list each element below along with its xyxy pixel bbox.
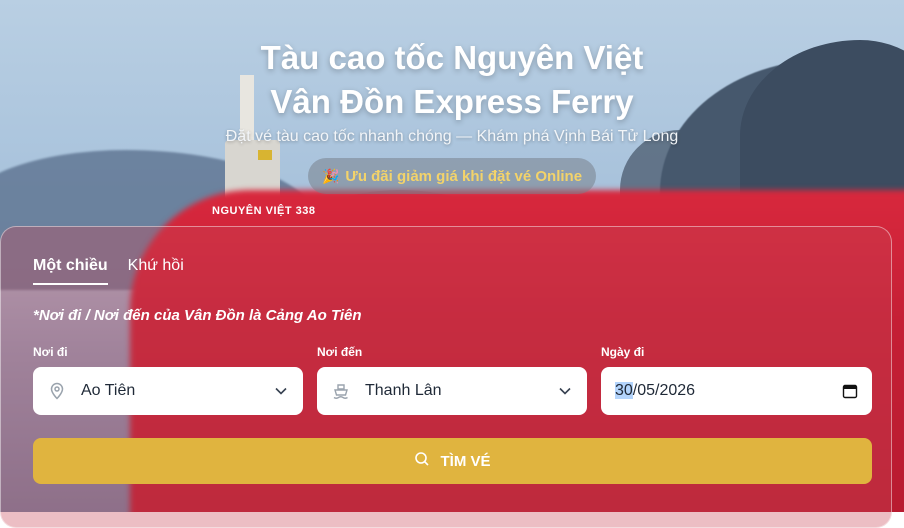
- from-select[interactable]: Ao Tiên: [33, 367, 303, 415]
- promo-text: Ưu đãi giảm giá khi đặt vé Online: [345, 167, 583, 185]
- to-select[interactable]: Thanh Lân: [317, 367, 587, 415]
- port-note: *Nơi đi / Nơi đến của Vân Đồn là Cảng Ao…: [33, 307, 362, 324]
- title-line-2: Vân Đồn Express Ferry: [270, 83, 634, 120]
- calendar-icon[interactable]: [842, 383, 858, 399]
- search-button-label: TÌM VÉ: [440, 452, 491, 470]
- tab-round-trip[interactable]: Khứ hồi: [128, 257, 184, 285]
- hero-subtitle: Đặt vé tàu cao tốc nhanh chóng — Khám ph…: [225, 128, 679, 145]
- date-value: 30/05/2026: [615, 382, 842, 400]
- page-title: Tàu cao tốc Nguyên Việt Vân Đồn Express …: [0, 36, 904, 124]
- ship-name: NGUYÊN VIỆT 338: [212, 205, 316, 217]
- trip-type-tabs: Một chiều Khứ hồi: [33, 257, 184, 285]
- chevron-down-icon: [557, 387, 573, 395]
- search-icon: [414, 451, 430, 471]
- party-popper-icon: 🎉: [321, 167, 340, 184]
- booking-panel: Một chiều Khứ hồi *Nơi đi / Nơi đến của …: [0, 226, 892, 528]
- date-label: Ngày đi: [601, 345, 645, 359]
- from-label: Nơi đi: [33, 345, 68, 359]
- title-line-1: Tàu cao tốc Nguyên Việt: [260, 39, 644, 76]
- to-label: Nơi đến: [317, 345, 363, 359]
- date-rest: /05/2026: [632, 382, 696, 399]
- promo-badge[interactable]: 🎉 Ưu đãi giảm giá khi đặt vé Online: [307, 158, 597, 194]
- tab-one-way[interactable]: Một chiều: [33, 257, 108, 285]
- location-pin-icon: [47, 382, 67, 400]
- chevron-down-icon: [273, 387, 289, 395]
- date-input[interactable]: 30/05/2026: [601, 367, 872, 415]
- hero-header: Tàu cao tốc Nguyên Việt Vân Đồn Express …: [0, 36, 904, 194]
- date-day: 30: [615, 382, 633, 399]
- to-value: Thanh Lân: [365, 382, 442, 399]
- from-value: Ao Tiên: [81, 382, 136, 399]
- search-tickets-button[interactable]: TÌM VÉ: [33, 438, 872, 484]
- ship-icon: [331, 382, 351, 400]
